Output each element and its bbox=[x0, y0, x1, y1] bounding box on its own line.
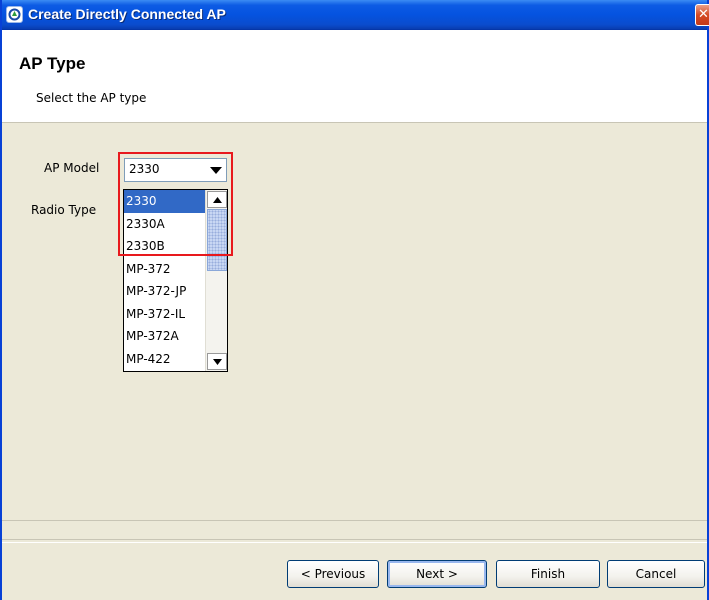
list-item[interactable]: MP-372-JP bbox=[124, 280, 206, 303]
radio-type-label: Radio Type bbox=[31, 203, 97, 217]
list-item[interactable]: 2330 bbox=[124, 190, 206, 213]
scroll-up-icon bbox=[213, 197, 222, 203]
close-icon: ✕ bbox=[698, 7, 709, 22]
app-icon bbox=[6, 6, 23, 23]
dialog-window: Create Directly Connected AP ✕ AP Type S… bbox=[0, 0, 709, 600]
list-item[interactable]: MP-372-IL bbox=[124, 303, 206, 326]
previous-button[interactable]: < Previous bbox=[287, 560, 379, 588]
list-item[interactable]: 2330A bbox=[124, 213, 206, 236]
list-item[interactable]: MP-422 bbox=[124, 348, 206, 371]
window-title: Create Directly Connected AP bbox=[28, 6, 226, 22]
ap-model-dropdown-list: 2330 2330A 2330B MP-372 MP-372-JP MP-372… bbox=[123, 189, 228, 372]
title-bar[interactable]: Create Directly Connected AP ✕ bbox=[2, 0, 709, 30]
page-title: AP Type bbox=[19, 54, 86, 73]
close-button[interactable]: ✕ bbox=[695, 4, 709, 26]
list-item[interactable]: MP-372 bbox=[124, 258, 206, 281]
list-item[interactable]: MP-372A bbox=[124, 325, 206, 348]
list-item[interactable]: 2330B bbox=[124, 235, 206, 258]
scroll-down-icon bbox=[213, 359, 222, 365]
chevron-down-icon[interactable] bbox=[209, 164, 223, 177]
ap-model-select[interactable]: 2330 bbox=[124, 158, 227, 182]
ap-model-value: 2330 bbox=[129, 162, 160, 176]
finish-button[interactable]: Finish bbox=[496, 560, 600, 588]
separator bbox=[2, 542, 707, 543]
scroll-thumb[interactable] bbox=[207, 209, 227, 271]
next-button[interactable]: Next > bbox=[387, 560, 487, 588]
ap-model-label: AP Model bbox=[44, 161, 100, 175]
dropdown-options: 2330 2330A 2330B MP-372 MP-372-JP MP-372… bbox=[124, 190, 206, 370]
cancel-button[interactable]: Cancel bbox=[607, 560, 705, 588]
page-subtitle: Select the AP type bbox=[36, 91, 147, 105]
scroll-down-button[interactable] bbox=[207, 353, 227, 370]
scroll-up-button[interactable] bbox=[207, 191, 227, 208]
separator bbox=[2, 520, 707, 521]
dropdown-scrollbar[interactable] bbox=[205, 190, 227, 371]
wizard-header: AP Type Select the AP type bbox=[2, 30, 707, 123]
